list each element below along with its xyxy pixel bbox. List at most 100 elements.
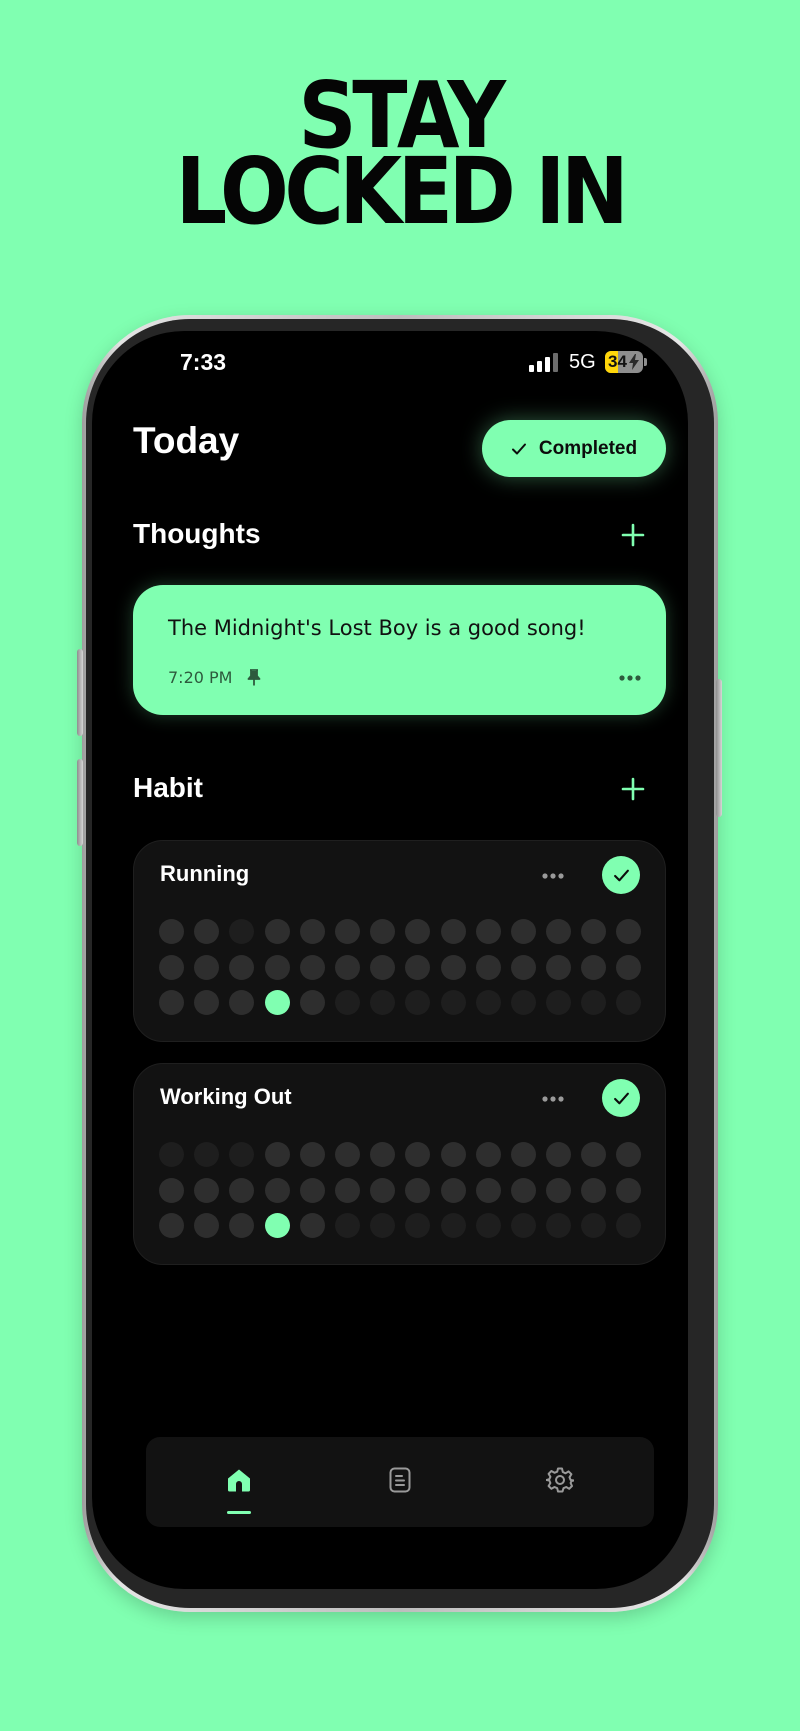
habit-day-dot[interactable] (510, 1213, 536, 1238)
habit-day-dot[interactable] (546, 1142, 572, 1167)
habit-day-dot[interactable] (334, 1142, 360, 1167)
habit-day-dot[interactable] (440, 954, 466, 980)
habit-day-dot[interactable] (616, 1142, 642, 1167)
habit-day-dot[interactable] (510, 954, 536, 980)
habit-more-icon[interactable] (541, 1095, 565, 1103)
habit-day-dot[interactable] (405, 1177, 431, 1203)
habit-day-dot[interactable] (510, 919, 536, 944)
habit-day-dot[interactable] (581, 919, 607, 944)
habit-day-dot[interactable] (159, 919, 184, 944)
habit-day-dot[interactable] (581, 954, 607, 980)
habit-day-dot[interactable] (581, 990, 607, 1015)
habit-day-dot[interactable] (440, 1177, 466, 1203)
nav-settings[interactable] (530, 1437, 590, 1527)
habit-day-dot[interactable] (159, 1142, 184, 1167)
habit-day-dot[interactable] (616, 1177, 642, 1203)
habit-day-dot[interactable] (405, 919, 431, 944)
habit-day-dot[interactable] (510, 990, 536, 1015)
habit-day-dot[interactable] (229, 1177, 255, 1203)
habit-day-dot[interactable] (475, 990, 501, 1015)
habit-day-dot[interactable] (546, 1177, 572, 1203)
habit-day-dot[interactable] (546, 990, 572, 1015)
habit-day-dot[interactable] (370, 1213, 396, 1238)
habit-day-dot[interactable] (546, 919, 572, 944)
habit-complete-toggle[interactable] (602, 856, 640, 894)
habit-day-dot[interactable] (405, 1213, 431, 1238)
habit-day-dot[interactable] (616, 954, 642, 980)
habit-day-dot[interactable] (194, 1213, 220, 1238)
habit-day-dot[interactable] (440, 1213, 466, 1238)
habit-day-dot[interactable] (546, 954, 572, 980)
nav-home[interactable] (209, 1437, 269, 1527)
habit-day-dot[interactable] (194, 990, 220, 1015)
habit-day-dot[interactable] (299, 919, 325, 944)
habit-day-dot[interactable] (581, 1177, 607, 1203)
habit-day-dot[interactable] (264, 954, 290, 980)
habit-day-dot[interactable] (616, 990, 642, 1015)
habit-day-dot[interactable] (475, 954, 501, 980)
habit-day-dot[interactable] (616, 919, 642, 944)
habit-day-dot[interactable] (405, 1142, 431, 1167)
add-thought-button[interactable] (620, 522, 646, 548)
habit-day-dot[interactable] (546, 1213, 572, 1238)
habit-day-dot[interactable] (370, 1177, 396, 1203)
habit-day-dot[interactable] (334, 990, 360, 1015)
habit-day-dot[interactable] (440, 919, 466, 944)
habit-day-dot[interactable] (334, 1177, 360, 1203)
habit-day-dot[interactable] (229, 919, 255, 944)
habit-day-dot[interactable] (510, 1177, 536, 1203)
habit-day-dot[interactable] (299, 990, 325, 1015)
thought-card[interactable]: The Midnight's Lost Boy is a good song! … (133, 585, 666, 715)
habit-day-dot[interactable] (159, 990, 184, 1015)
habit-day-dot[interactable] (194, 954, 220, 980)
habit-day-dot[interactable] (299, 1177, 325, 1203)
habit-day-dot[interactable] (475, 1142, 501, 1167)
habit-card-working-out[interactable]: Working Out (133, 1063, 666, 1265)
habit-day-dot[interactable] (194, 919, 220, 944)
habit-day-dot[interactable] (264, 1142, 290, 1167)
habit-day-dot[interactable] (370, 919, 396, 944)
habit-day-dot[interactable] (159, 1213, 184, 1238)
habit-day-dot[interactable] (475, 919, 501, 944)
habit-day-dot[interactable] (299, 1142, 325, 1167)
habit-day-dot[interactable] (440, 990, 466, 1015)
habit-day-dot[interactable] (370, 990, 396, 1015)
habit-card-running[interactable]: Running (133, 840, 666, 1042)
battery-cap (644, 358, 647, 366)
habit-day-dot[interactable] (194, 1142, 220, 1167)
habit-day-dot[interactable] (229, 1142, 255, 1167)
habit-day-dot[interactable] (229, 990, 255, 1015)
habit-day-dot[interactable] (440, 1142, 466, 1167)
thought-more-icon[interactable] (618, 674, 642, 682)
habit-complete-toggle[interactable] (602, 1079, 640, 1117)
habit-day-dot[interactable] (370, 1142, 396, 1167)
habit-day-dot[interactable] (334, 919, 360, 944)
habit-day-dot[interactable] (229, 1213, 255, 1238)
habit-day-dot[interactable] (159, 1177, 184, 1203)
habit-day-dot[interactable] (264, 1177, 290, 1203)
habit-day-dot[interactable] (616, 1213, 642, 1238)
habit-day-dot[interactable] (475, 1177, 501, 1203)
volume-up-button (77, 649, 83, 736)
habit-day-dot[interactable] (370, 954, 396, 980)
habit-day-dot[interactable] (194, 1177, 220, 1203)
habit-day-dot-active[interactable] (264, 990, 290, 1015)
habit-day-dot[interactable] (405, 990, 431, 1015)
habit-day-dot[interactable] (581, 1213, 607, 1238)
nav-notes[interactable] (370, 1437, 430, 1527)
habit-day-dot[interactable] (159, 954, 184, 980)
add-habit-button[interactable] (620, 776, 646, 802)
habit-day-dot[interactable] (264, 919, 290, 944)
completed-button[interactable]: Completed (482, 420, 666, 477)
habit-day-dot[interactable] (581, 1142, 607, 1167)
habit-more-icon[interactable] (541, 872, 565, 880)
habit-day-dot[interactable] (334, 1213, 360, 1238)
habit-day-dot-active[interactable] (264, 1213, 290, 1238)
habit-day-dot[interactable] (510, 1142, 536, 1167)
habit-day-dot[interactable] (229, 954, 255, 980)
habit-day-dot[interactable] (475, 1213, 501, 1238)
habit-day-dot[interactable] (405, 954, 431, 980)
habit-day-dot[interactable] (334, 954, 360, 980)
habit-day-dot[interactable] (299, 954, 325, 980)
habit-day-dot[interactable] (299, 1213, 325, 1238)
